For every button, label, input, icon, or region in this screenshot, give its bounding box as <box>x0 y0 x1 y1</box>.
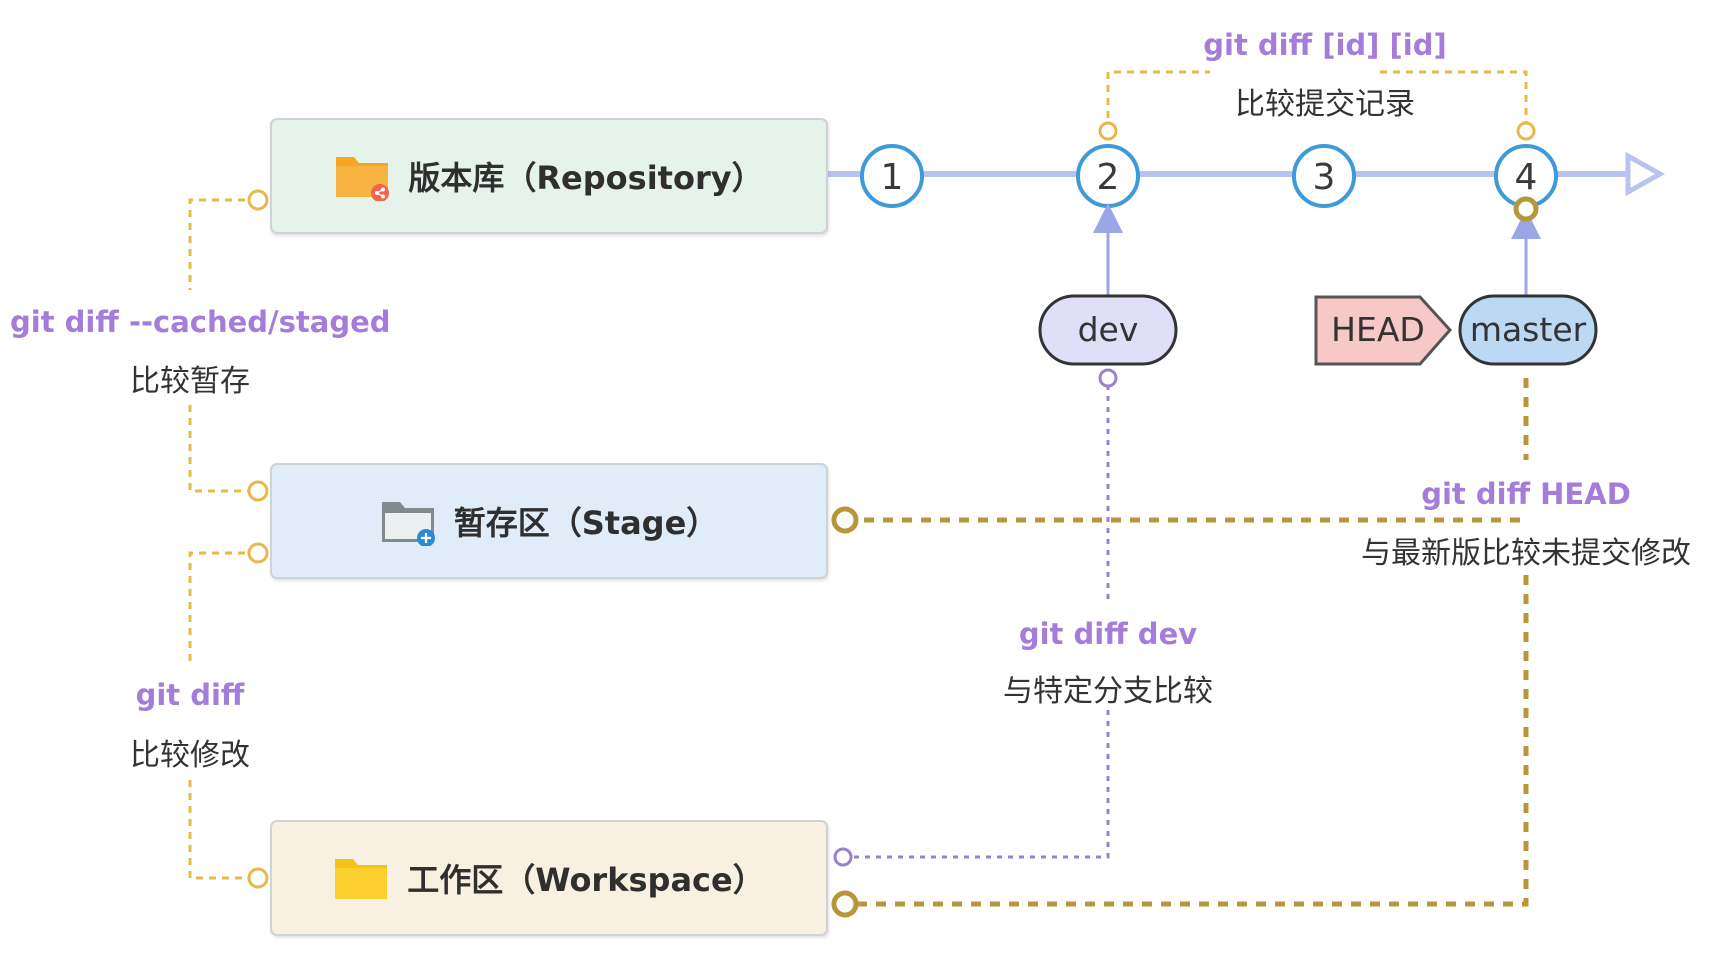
commit-4-connector <box>1516 121 1536 141</box>
workspace-dev-connector <box>833 847 853 867</box>
head-description: 与最新版比较未提交修改 <box>1361 536 1691 571</box>
commit-2[interactable]: 2 <box>1076 144 1140 208</box>
svg-text:3: 3 <box>1313 157 1336 198</box>
commit-3[interactable]: 3 <box>1292 144 1356 208</box>
commit-1[interactable]: 1 <box>860 144 924 208</box>
add-folder-icon <box>380 496 436 547</box>
workspace-area[interactable]: 工作区（Workspace） <box>270 820 828 936</box>
repo-cached-connector <box>247 189 269 211</box>
commits-compare-command: git diff [id] [id] <box>1203 28 1447 62</box>
diff-line-top <box>188 551 258 665</box>
diff-command: git diff <box>135 678 245 712</box>
dev-command: git diff dev <box>1018 617 1198 651</box>
dev-description: 与特定分支比较 <box>1003 674 1213 709</box>
svg-text:master: master <box>1470 310 1587 349</box>
cached-line-top <box>188 198 258 290</box>
folder-icon <box>333 853 389 903</box>
svg-text:HEAD: HEAD <box>1331 310 1425 349</box>
stage-head-connector <box>831 506 859 534</box>
diff-description: 比较修改 <box>130 738 250 773</box>
commits-compare-description: 比较提交记录 <box>1235 87 1415 122</box>
repository-label: 版本库（Repository） <box>408 159 764 197</box>
stage-diff-connector <box>247 542 269 564</box>
branch-master[interactable]: master <box>1458 294 1598 366</box>
cached-line-bottom <box>188 405 258 493</box>
svg-text:1: 1 <box>881 157 904 198</box>
dev-line-bottom <box>843 710 1110 859</box>
head-command: git diff HEAD <box>1421 477 1631 511</box>
workspace-head-connector <box>831 890 859 918</box>
diff-line-bottom <box>188 780 258 880</box>
stage-cached-connector <box>247 480 269 502</box>
cached-command: git diff --cached/staged <box>10 305 391 339</box>
stage-area[interactable]: 暂存区（Stage） <box>270 463 828 579</box>
workspace-diff-connector <box>247 867 269 889</box>
svg-text:4: 4 <box>1515 157 1538 198</box>
stage-label: 暂存区（Stage） <box>453 504 719 542</box>
dev-connector <box>1098 368 1118 388</box>
repository-area[interactable]: 版本库（Repository） <box>270 118 828 234</box>
branch-dev[interactable]: dev <box>1038 294 1178 366</box>
timeline-arrowhead <box>1625 151 1666 197</box>
commit-2-connector <box>1098 121 1118 141</box>
workspace-label: 工作区（Workspace） <box>407 861 765 899</box>
head-pointer[interactable]: HEAD <box>1314 295 1453 366</box>
svg-text:2: 2 <box>1097 157 1120 198</box>
cached-description: 比较暂存 <box>130 364 250 399</box>
share-folder-icon <box>334 151 390 202</box>
svg-text:dev: dev <box>1078 310 1139 349</box>
commit-4-head-connector <box>1513 196 1539 222</box>
